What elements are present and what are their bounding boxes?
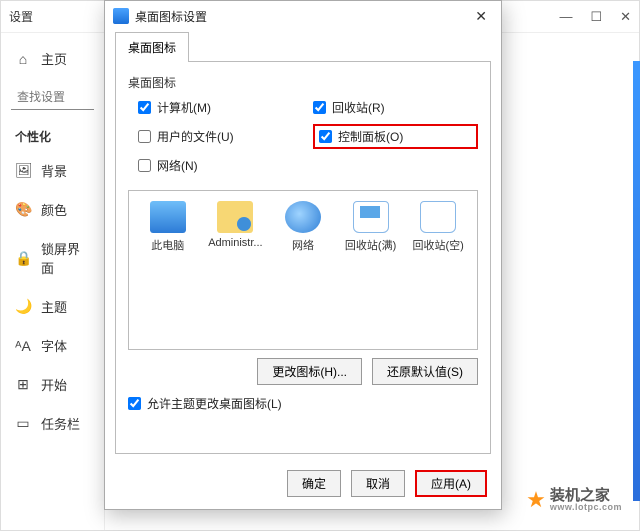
desktop-icons-group: 桌面图标 计算机(M) 回收站(R) 用户的文件(U) 控制面	[128, 74, 478, 174]
sidebar-item-label: 锁屏界面	[41, 239, 90, 277]
sidebar-item-taskbar[interactable]: ▭ 任务栏	[1, 404, 104, 443]
taskbar-icon: ▭	[15, 415, 31, 432]
checkbox-control-panel[interactable]: 控制面板(O)	[319, 128, 403, 145]
preview-label: 网络	[292, 237, 314, 253]
cancel-button[interactable]: 取消	[351, 470, 405, 497]
preview-network[interactable]: 网络	[273, 201, 333, 253]
sidebar-item-fonts[interactable]: ᴬA 字体	[1, 326, 104, 365]
ok-button[interactable]: 确定	[287, 470, 341, 497]
sidebar-item-label: 字体	[41, 336, 67, 355]
preview-recycle-full[interactable]: 回收站(满)	[341, 201, 401, 253]
preview-recycle-empty[interactable]: 回收站(空)	[408, 201, 468, 253]
sidebar-item-themes[interactable]: 🌙 主题	[1, 287, 104, 326]
dialog-title: 桌面图标设置	[135, 8, 207, 25]
preview-label: 回收站(空)	[413, 237, 464, 253]
checkbox-label: 计算机(M)	[157, 99, 211, 116]
allow-themes-row: 允许主题更改桌面图标(L)	[128, 395, 478, 412]
preview-this-pc[interactable]: 此电脑	[138, 201, 198, 253]
sidebar-item-colors[interactable]: 🎨 颜色	[1, 190, 104, 229]
checkbox-user-files[interactable]: 用户的文件(U)	[138, 124, 303, 149]
maximize-button[interactable]: ☐	[590, 9, 602, 25]
recycle-full-icon	[353, 201, 389, 233]
palette-icon: 🎨	[15, 201, 31, 218]
sidebar-item-label: 主页	[41, 49, 67, 68]
dialog-content: 桌面图标 计算机(M) 回收站(R) 用户的文件(U) 控制面	[115, 61, 491, 454]
watermark: ★ 装机之家 www.lotpc.com	[526, 487, 622, 513]
checkbox-label: 网络(N)	[157, 157, 198, 174]
checkbox-network-input[interactable]	[138, 159, 151, 172]
dialog-button-row: 确定 取消 应用(A)	[105, 462, 501, 509]
search-container	[11, 84, 94, 110]
checkbox-label: 用户的文件(U)	[157, 128, 234, 145]
theme-icon: 🌙	[15, 298, 31, 315]
sidebar-item-lockscreen[interactable]: 🔒 锁屏界面	[1, 229, 104, 287]
folder-icon	[217, 201, 253, 233]
settings-sidebar: ⌂ 主页 个性化 🖼 背景 🎨 颜色 🔒 锁屏界面 🌙 主题	[1, 33, 105, 530]
home-icon: ⌂	[15, 51, 31, 67]
checkbox-network[interactable]: 网络(N)	[138, 157, 303, 174]
preview-label: 此电脑	[151, 237, 184, 253]
checkbox-grid: 计算机(M) 回收站(R) 用户的文件(U) 控制面板(O)	[128, 99, 478, 174]
preview-label: Administr...	[208, 237, 262, 249]
pc-icon	[150, 201, 186, 233]
sidebar-item-background[interactable]: 🖼 背景	[1, 151, 104, 190]
recycle-empty-icon	[420, 201, 456, 233]
group-title: 桌面图标	[128, 74, 478, 91]
checkbox-label: 允许主题更改桌面图标(L)	[147, 395, 282, 412]
checkbox-recycle-bin[interactable]: 回收站(R)	[313, 99, 478, 116]
watermark-text-block: 装机之家 www.lotpc.com	[550, 488, 622, 512]
sidebar-item-label: 颜色	[41, 200, 67, 219]
checkbox-controlpanel-input[interactable]	[319, 130, 332, 143]
checkbox-label: 回收站(R)	[332, 99, 385, 116]
sidebar-home[interactable]: ⌂ 主页	[1, 39, 104, 78]
search-input[interactable]	[11, 84, 94, 110]
icon-action-buttons: 更改图标(H)... 还原默认值(S)	[128, 358, 478, 385]
checkbox-recycle-input[interactable]	[313, 101, 326, 114]
checkbox-userfiles-input[interactable]	[138, 130, 151, 143]
icon-preview-pane: 此电脑 Administr... 网络 回收站(满) 回收站(空)	[128, 190, 478, 350]
lock-icon: 🔒	[15, 250, 31, 267]
change-icon-button[interactable]: 更改图标(H)...	[257, 358, 362, 385]
checkbox-allow-themes-input[interactable]	[128, 397, 141, 410]
accent-edge	[633, 61, 640, 501]
settings-title: 设置	[9, 8, 33, 25]
sidebar-item-label: 任务栏	[41, 414, 80, 433]
preview-user-folder[interactable]: Administr...	[205, 201, 265, 249]
apply-button[interactable]: 应用(A)	[415, 470, 487, 497]
sidebar-item-label: 主题	[41, 297, 67, 316]
desktop-icon-settings-dialog: 桌面图标设置 ✕ 桌面图标 桌面图标 计算机(M) 回收站(R) 用户的文件(U…	[104, 0, 502, 510]
sidebar-section-personalization: 个性化	[1, 118, 104, 151]
sidebar-item-label: 背景	[41, 161, 67, 180]
start-icon: ⊞	[15, 376, 31, 393]
dialog-close-button[interactable]: ✕	[469, 8, 493, 25]
minimize-button[interactable]: —	[559, 9, 572, 25]
network-icon	[285, 201, 321, 233]
tab-desktop-icons[interactable]: 桌面图标	[115, 32, 189, 62]
star-icon: ★	[526, 487, 546, 513]
preview-label: 回收站(满)	[345, 237, 396, 253]
picture-icon: 🖼	[15, 162, 31, 179]
restore-default-button[interactable]: 还原默认值(S)	[372, 358, 478, 385]
dialog-tabs: 桌面图标	[105, 31, 501, 61]
font-icon: ᴬA	[15, 338, 31, 354]
close-button[interactable]: ✕	[620, 9, 631, 25]
sidebar-item-start[interactable]: ⊞ 开始	[1, 365, 104, 404]
watermark-url: www.lotpc.com	[550, 503, 622, 512]
highlighted-control-panel: 控制面板(O)	[313, 124, 478, 149]
dialog-titlebar: 桌面图标设置 ✕	[105, 1, 501, 31]
checkbox-computer-input[interactable]	[138, 101, 151, 114]
watermark-text: 装机之家	[550, 488, 622, 503]
window-controls: — ☐ ✕	[559, 9, 631, 25]
dialog-icon	[113, 8, 129, 24]
checkbox-label: 控制面板(O)	[338, 128, 403, 145]
sidebar-item-label: 开始	[41, 375, 67, 394]
checkbox-allow-themes[interactable]: 允许主题更改桌面图标(L)	[128, 395, 478, 412]
checkbox-computer[interactable]: 计算机(M)	[138, 99, 303, 116]
